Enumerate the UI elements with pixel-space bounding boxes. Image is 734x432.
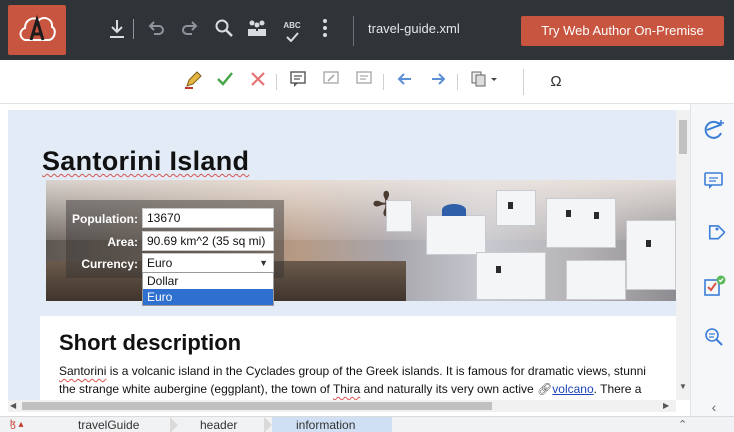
expand-breadcrumb-icon[interactable]: ⌃ [678, 417, 687, 432]
people-icon[interactable] [244, 18, 270, 44]
breadcrumb-travelguide[interactable]: travelGuide [78, 417, 139, 432]
undo-icon[interactable] [144, 18, 168, 44]
population-field[interactable]: 13670 [142, 208, 274, 228]
currency-select-value: Euro [147, 256, 173, 270]
toolbar-separator [523, 69, 524, 95]
currency-select[interactable]: Euro ▼ [142, 253, 274, 273]
section-title[interactable]: Short description [59, 330, 241, 356]
scroll-down-icon[interactable]: ▼ [679, 382, 687, 391]
toolbar-separator [457, 74, 458, 90]
try-web-author-button[interactable]: Try Web Author On-Premise [521, 16, 724, 46]
next-icon[interactable] [427, 70, 449, 94]
vertical-scroll-thumb[interactable] [679, 120, 687, 154]
oxygen-logo[interactable] [8, 5, 66, 55]
description-paragraph[interactable]: Santorini is a volcanic island in the Cy… [59, 362, 719, 398]
side-panel: ‹ [690, 104, 734, 416]
horizontal-scrollbar[interactable]: ◀ ▶ [8, 400, 676, 412]
currency-option-euro[interactable]: Euro [143, 289, 273, 305]
previous-icon[interactable] [394, 70, 416, 94]
edit-comment-icon[interactable] [320, 70, 342, 94]
copy-menu-icon[interactable] [468, 70, 502, 94]
toolbar-separator [353, 16, 354, 46]
currency-label: Currency: [81, 257, 138, 271]
volcano-link[interactable]: volcano [552, 382, 593, 396]
oxygen-logo-icon [19, 14, 56, 41]
chevron-down-icon[interactable]: ▼ [259, 254, 268, 272]
scroll-right-icon[interactable]: ▶ [663, 401, 669, 410]
scroll-left-icon[interactable]: ◀ [10, 401, 16, 410]
breadcrumb-information[interactable]: information [272, 417, 392, 432]
more-icon[interactable] [316, 18, 334, 44]
word-santorini: Santorini [59, 364, 107, 378]
reject-icon[interactable] [247, 70, 269, 94]
toolbar-separator [276, 74, 277, 90]
population-label: Population: [72, 212, 138, 226]
area-label: Area: [107, 235, 138, 249]
breadcrumb-separator [170, 417, 178, 432]
breadcrumb: ɮ ▴ travelGuide header information ⌃ [0, 416, 734, 432]
tag-icon[interactable] [701, 222, 727, 248]
currency-dropdown: Dollar Euro [142, 272, 274, 306]
para-line-2b: and naturally its very own active [360, 382, 538, 396]
toolbar-separator [133, 19, 134, 39]
accept-icon[interactable] [214, 70, 236, 94]
word-thira: Thira [332, 382, 361, 396]
track-changes-icon[interactable] [182, 70, 204, 94]
toolbar-separator [383, 74, 384, 90]
comment-icon[interactable] [287, 70, 309, 94]
redo-icon[interactable] [178, 18, 202, 44]
para-line-2a: the strange white aubergine (eggplant), … [59, 382, 333, 396]
document-filename: travel-guide.xml [368, 21, 460, 36]
currency-option-dollar[interactable]: Dollar [143, 273, 273, 289]
download-icon[interactable] [106, 18, 128, 44]
horizontal-scroll-thumb[interactable] [22, 402, 492, 410]
search-icon[interactable] [212, 18, 236, 44]
breadcrumb-header[interactable]: header [200, 417, 237, 432]
page-title[interactable]: Santorini Island [42, 146, 249, 177]
review-toolbar: Ω [0, 60, 734, 104]
para-line-1: is a volcanic island in the Cyclades gro… [106, 364, 646, 378]
para-line-2c: . There a [593, 382, 642, 396]
vertical-scrollbar[interactable]: ▼ [676, 110, 690, 400]
spellcheck-label: ABC [283, 21, 301, 30]
breadcrumb-separator [264, 417, 272, 432]
main-toolbar: ABC travel-guide.xml Try Web Author On-P… [0, 0, 734, 60]
comments-icon[interactable] [701, 170, 727, 196]
omega-icon[interactable]: Ω [545, 70, 567, 94]
add-element-icon[interactable] [701, 118, 727, 144]
validation-icon[interactable] [701, 274, 727, 300]
reply-comment-icon[interactable] [353, 70, 375, 94]
description-section: Short description Santorini is a volcani… [40, 316, 676, 406]
find-replace-icon[interactable] [701, 326, 727, 352]
area-field[interactable]: 90.69 km^2 (35 sq mi) [142, 231, 274, 251]
link-icon: 🔗︎ [537, 382, 553, 396]
spellcheck-icon[interactable]: ABC [279, 18, 305, 44]
breadcrumb-menu-icon[interactable]: ɮ ▴ [10, 417, 24, 432]
